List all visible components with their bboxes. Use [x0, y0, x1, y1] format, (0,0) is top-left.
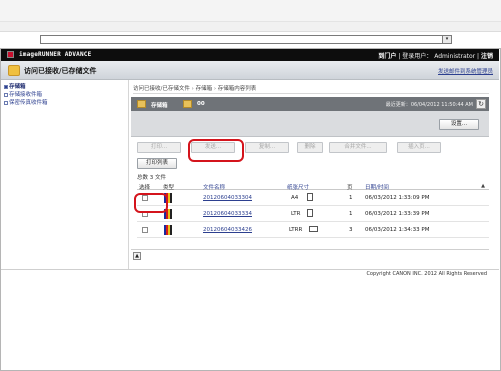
copyright: Copyright CANON INC. 2012 All Rights Res…	[366, 271, 487, 277]
sidebar-item-storage-box[interactable]: 存储箱	[1, 83, 128, 91]
sidebar: 存储箱 存储接收件箱 保密传真收件箱	[1, 80, 129, 269]
bullet-icon	[4, 93, 8, 97]
send-button-highlight	[188, 139, 244, 162]
portrait-page-icon	[307, 209, 313, 217]
breadcrumb: 访问已接收/已存储文件 › 存储箱 › 存储箱内容列表	[133, 86, 257, 92]
browser-chrome	[0, 0, 501, 32]
sidebar-item-label: 保密传真收件箱	[9, 100, 48, 106]
box-number: 00	[197, 101, 205, 107]
brand-bar: imageRUNNER ADVANCE 到门户 | 登录用户： Administ…	[1, 49, 499, 61]
merge-files-button[interactable]: 合并文件...	[329, 142, 387, 153]
top-links: 到门户 | 登录用户： Administrator | 注销	[378, 53, 493, 60]
user-name: Administrator	[434, 53, 476, 60]
sort-ascending-icon[interactable]: ▲	[481, 183, 485, 189]
scroll-to-top-icon[interactable]: ▲	[133, 252, 141, 260]
table-header: 选择 类型 文件名称 纸张尺寸 页 日期/时间 ▲	[137, 182, 489, 191]
page-header: 访问已接收/已存储文件 发送邮件到系统管理员	[1, 61, 499, 80]
main-content: 访问已接收/已存储文件 › 存储箱 › 存储箱内容列表 存储箱 00 最近更新：…	[129, 80, 499, 269]
color-document-icon	[164, 225, 172, 235]
print-list-button[interactable]: 打印列表	[137, 158, 177, 169]
delete-button[interactable]: 删除	[297, 142, 323, 153]
file-total: 总数 3 文件	[137, 175, 166, 181]
copy-button[interactable]: 复制...	[245, 142, 289, 153]
paper-size: LTRR	[289, 227, 303, 233]
page-count: 3	[349, 227, 353, 233]
file-name-link[interactable]: 20120604033304	[203, 195, 252, 201]
sidebar-item-receive-inbox[interactable]: 存储接收件箱	[1, 91, 128, 99]
footer-divider	[1, 269, 499, 270]
table-row: 20120604033334 LTR 1 06/03/2012 1:33:39 …	[137, 206, 489, 222]
sidebar-item-label: 存储接收件箱	[9, 92, 43, 98]
file-table: 选择 类型 文件名称 纸张尺寸 页 日期/时间 ▲ 20120604033304…	[137, 182, 489, 238]
portal-link[interactable]: 到门户	[378, 53, 396, 60]
box-info-bar: 存储箱 00 最近更新：06/04/2012 11:50:44 AM ↻	[131, 97, 489, 111]
logo-icon	[7, 51, 14, 58]
print-button[interactable]: 打印...	[137, 142, 181, 153]
box-name: 存储箱	[151, 103, 168, 109]
mail-admin-link[interactable]: 发送邮件到系统管理员	[438, 67, 493, 75]
divider	[131, 249, 489, 250]
insert-pages-button[interactable]: 插入页...	[397, 142, 441, 153]
breadcrumb-item[interactable]: 访问已接收/已存储文件	[133, 86, 190, 92]
breadcrumb-item: 存储箱内容列表	[217, 86, 257, 92]
table-row: 20120604033304 A4 1 06/03/2012 1:33:09 P…	[137, 190, 489, 206]
logged-in-label: 登录用户：	[402, 53, 433, 60]
box-folder-icon	[8, 65, 20, 76]
page-count: 1	[349, 195, 353, 201]
browser-titlebar	[0, 0, 501, 22]
box-settings-bar: 设置...	[131, 111, 489, 137]
action-toolbar: 打印... 发送... 复制... 删除 合并文件... 插入页... 打印列表	[131, 137, 489, 170]
last-updated: 最近更新：06/04/2012 11:50:44 AM	[385, 102, 473, 108]
file-name-link[interactable]: 20120604033426	[203, 227, 252, 233]
date-time: 06/03/2012 1:34:33 PM	[365, 227, 430, 233]
address-dropdown-icon[interactable]: ▾	[442, 36, 451, 43]
row-select-checkbox[interactable]	[142, 227, 148, 233]
divider	[133, 93, 489, 94]
logout-link[interactable]: 注销	[481, 53, 493, 60]
paper-size: A4	[291, 195, 299, 201]
file-name-link[interactable]: 20120604033334	[203, 211, 252, 217]
table-row: 20120604033426 LTRR 3 06/03/2012 1:34:33…	[137, 222, 489, 238]
date-time: 06/03/2012 1:33:39 PM	[365, 211, 430, 217]
page-title: 访问已接收/已存储文件	[24, 67, 97, 75]
breadcrumb-item[interactable]: 存储箱	[196, 86, 213, 92]
bullet-icon	[4, 101, 8, 105]
storage-box-icon	[137, 100, 146, 108]
refresh-icon[interactable]: ↻	[476, 99, 486, 109]
bullet-icon	[4, 85, 8, 89]
settings-button[interactable]: 设置...	[439, 119, 479, 130]
sidebar-item-label: 存储箱	[9, 84, 26, 90]
sidebar-item-fax-inbox[interactable]: 保密传真收件箱	[1, 99, 128, 107]
box-number-icon	[183, 100, 192, 108]
paper-size: LTR	[291, 211, 301, 217]
address-bar[interactable]: ▾	[40, 35, 452, 44]
portrait-page-icon	[307, 193, 313, 201]
checkbox-highlight	[134, 193, 168, 213]
landscape-page-icon	[309, 226, 318, 232]
product-name: imageRUNNER ADVANCE	[19, 51, 92, 58]
page-count: 1	[349, 211, 353, 217]
date-time: 06/03/2012 1:33:09 PM	[365, 195, 430, 201]
